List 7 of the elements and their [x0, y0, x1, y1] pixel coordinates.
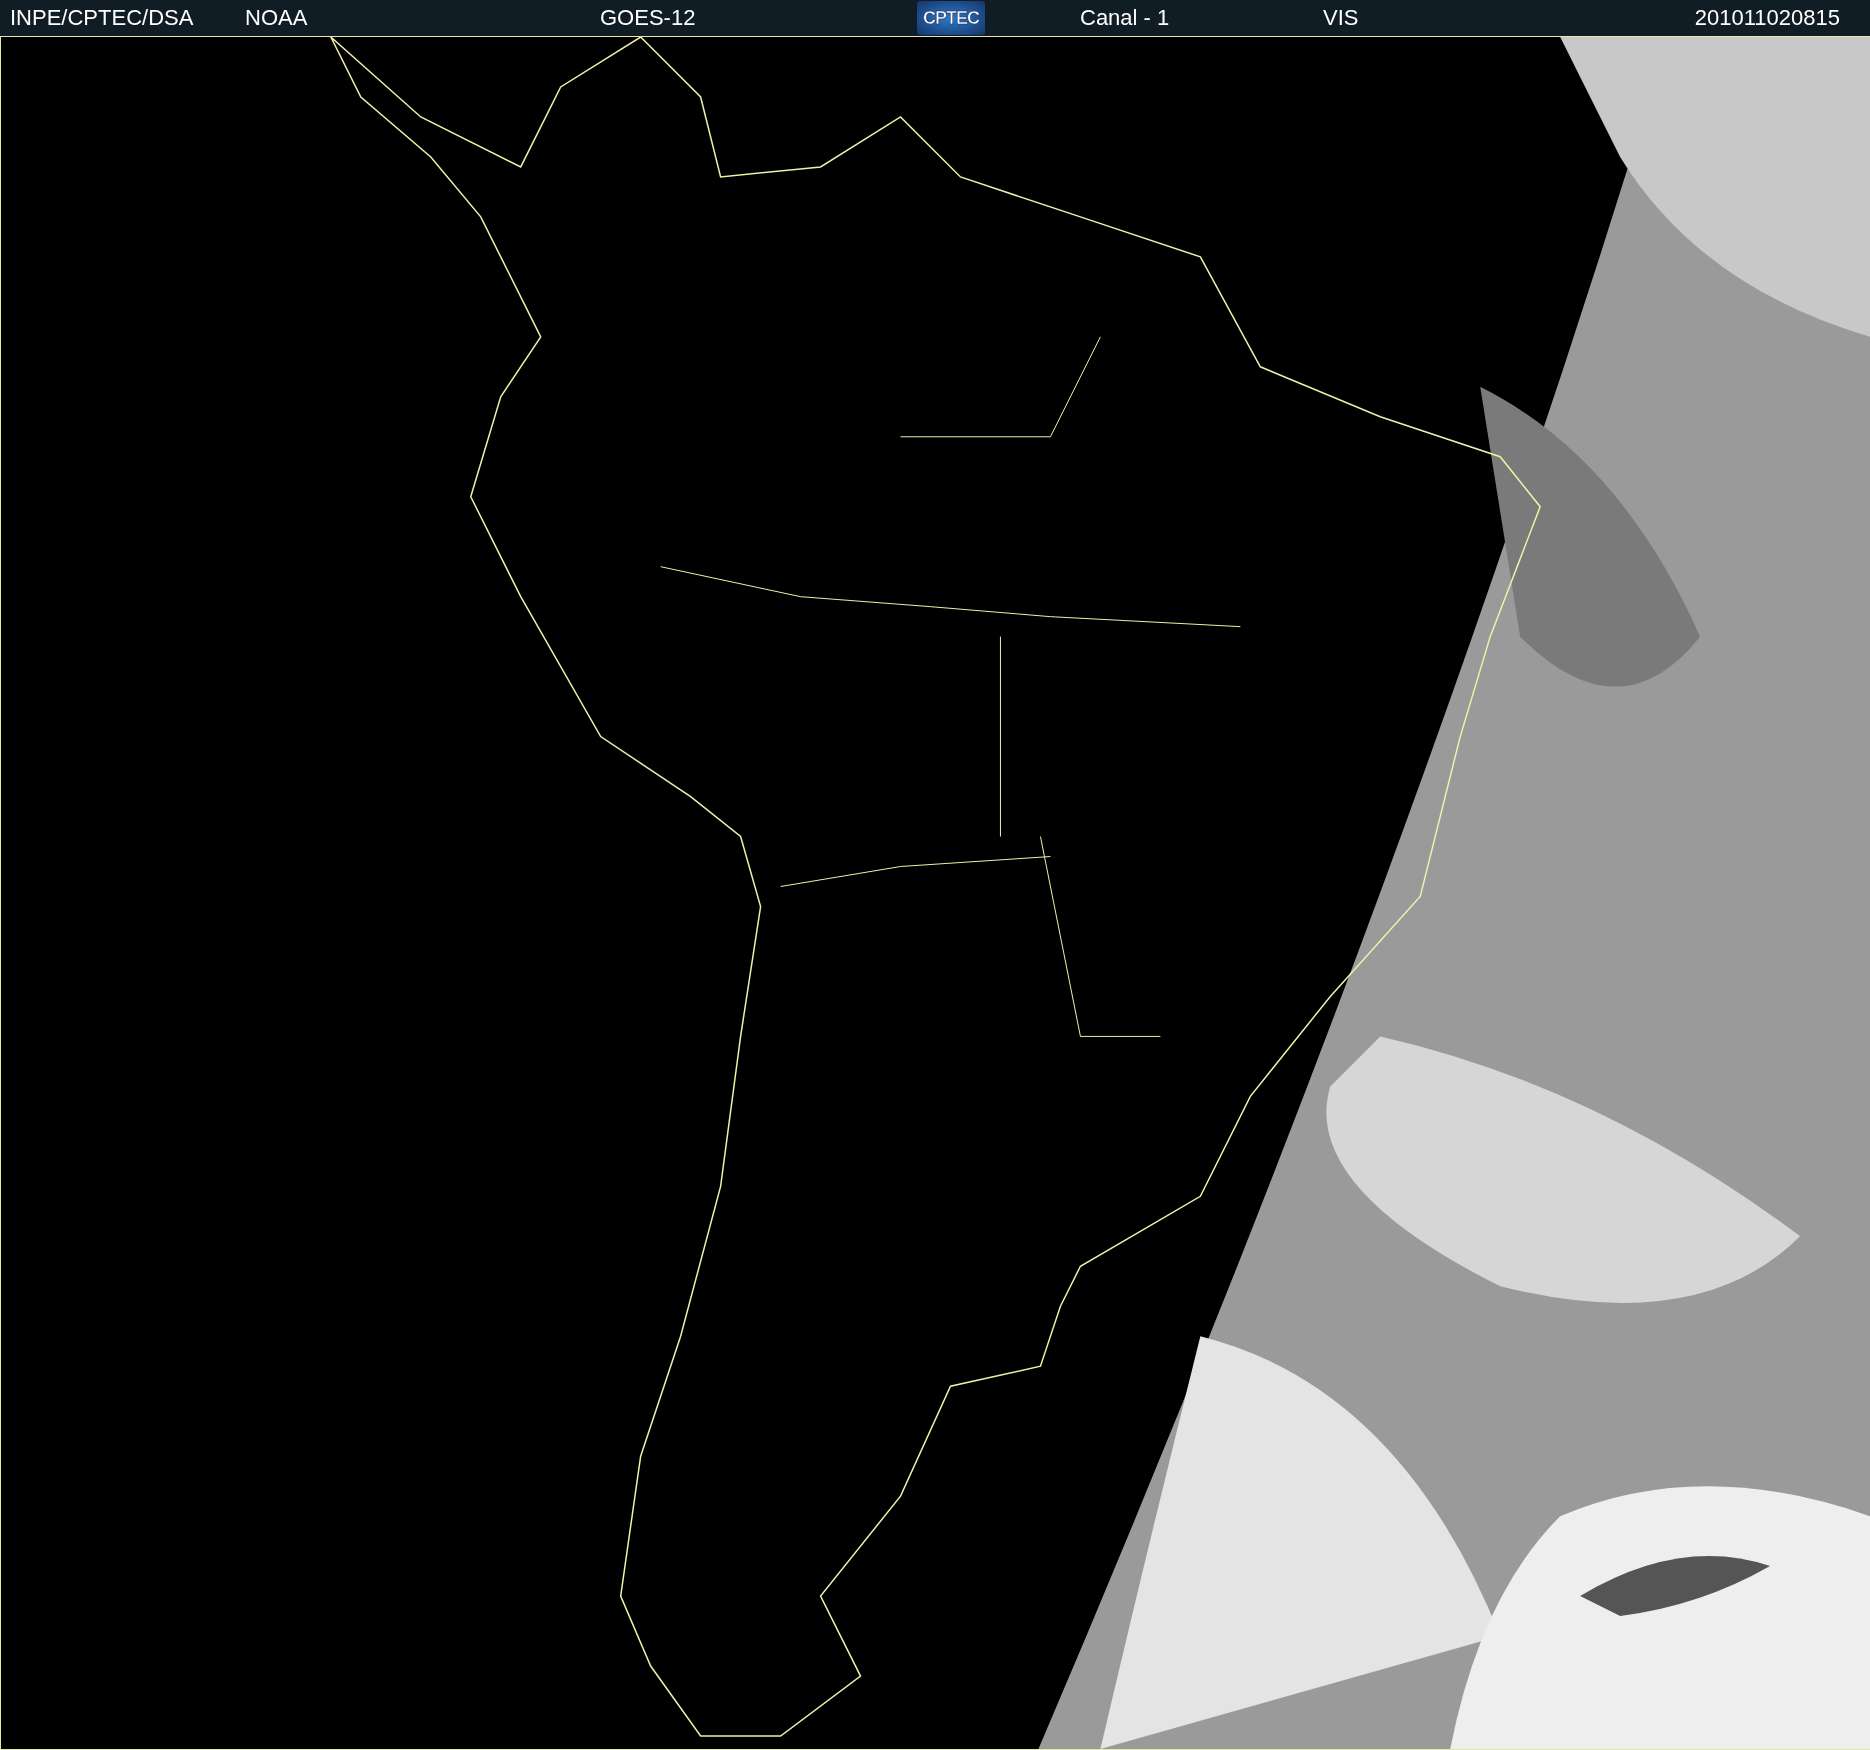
logo: CPTEC: [917, 1, 985, 35]
header-label: INPE/CPTEC/DSA: [10, 5, 195, 31]
header-label: 201011020815: [1693, 5, 1840, 31]
header-label: Canal - 1: [1080, 5, 1171, 31]
header-label: NOAA: [245, 5, 309, 31]
header-label: GOES-12: [600, 5, 697, 31]
header-label: VIS: [1323, 5, 1360, 31]
